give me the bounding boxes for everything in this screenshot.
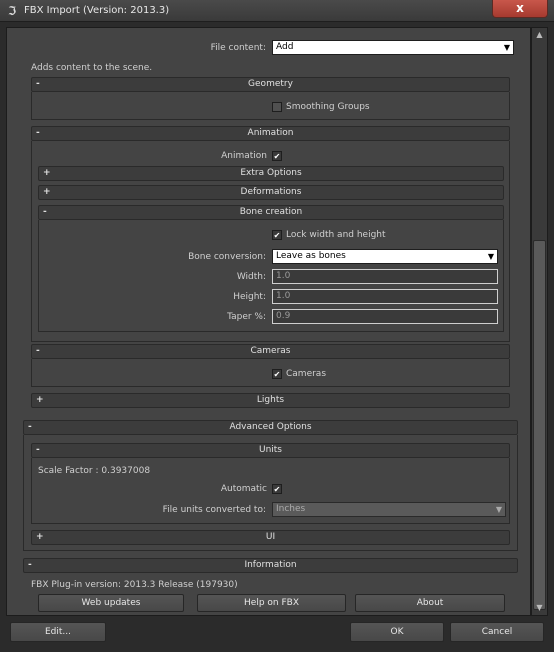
geometry-rollout-header[interactable]: - Geometry <box>31 77 510 92</box>
lock-width-height-checkbox[interactable]: ✔ <box>272 230 282 240</box>
units-header-label: Units <box>258 445 282 455</box>
taper-label: Taper %: <box>227 312 266 322</box>
automatic-checkbox[interactable]: ✔ <box>272 484 282 494</box>
geometry-rollout-body <box>31 92 510 120</box>
cameras-checkbox[interactable]: ✔ <box>272 369 282 379</box>
scroll-up-icon[interactable]: ▲ <box>532 28 547 42</box>
lights-rollout-header[interactable]: + Lights <box>31 393 510 408</box>
chevron-down-icon: ▼ <box>495 505 502 514</box>
information-rollout-header[interactable]: - Information <box>23 558 518 573</box>
file-content-dropdown[interactable]: Add ▼ <box>272 40 514 55</box>
cameras-rollout-body <box>31 359 510 387</box>
chevron-down-icon: ▼ <box>487 252 494 261</box>
ui-rollout-header[interactable]: + UI <box>31 530 510 545</box>
collapse-icon: - <box>28 422 32 432</box>
edit-button[interactable]: Edit... <box>10 622 106 642</box>
help-on-fbx-button[interactable]: Help on FBX <box>197 594 346 612</box>
ok-button[interactable]: OK <box>350 622 444 642</box>
height-label: Height: <box>233 292 266 302</box>
web-updates-button[interactable]: Web updates <box>38 594 184 612</box>
lock-width-height-label: Lock width and height <box>286 230 386 240</box>
bone-conversion-value: Leave as bones <box>276 251 346 261</box>
lights-header-label: Lights <box>256 395 285 405</box>
expand-icon: + <box>36 532 44 542</box>
plugin-version-text: FBX Plug-in version: 2013.3 Release (197… <box>31 580 238 590</box>
3ds-max-icon: ℑ <box>7 4 17 18</box>
ui-header-label: UI <box>265 532 276 542</box>
animation-header-label: Animation <box>247 128 294 138</box>
extra-options-label: Extra Options <box>240 168 302 178</box>
bone-creation-label: Bone creation <box>239 207 303 217</box>
expand-icon: + <box>43 187 51 197</box>
vertical-scrollbar[interactable]: ▲ ▼ <box>531 27 548 616</box>
width-label: Width: <box>236 272 266 282</box>
close-button[interactable]: x <box>492 0 548 18</box>
cameras-header-label: Cameras <box>250 346 291 356</box>
animation-checkbox[interactable]: ✔ <box>272 151 282 161</box>
file-content-description: Adds content to the scene. <box>31 63 153 73</box>
window-title: FBX Import (Version: 2013.3) <box>24 5 170 16</box>
width-input[interactable]: 1.0 <box>272 269 498 284</box>
bone-conversion-label: Bone conversion: <box>188 252 266 262</box>
taper-input[interactable]: 0.9 <box>272 309 498 324</box>
scrollbar-thumb[interactable] <box>533 240 546 610</box>
cancel-button[interactable]: Cancel <box>450 622 544 642</box>
scale-factor-text: Scale Factor : 0.3937008 <box>38 466 151 476</box>
file-content-label: File content: <box>210 43 266 53</box>
collapse-icon: - <box>28 560 32 570</box>
bone-creation-rollout-header[interactable]: - Bone creation <box>38 205 504 220</box>
smoothing-groups-label: Smoothing Groups <box>286 102 370 112</box>
collapse-icon: - <box>36 445 40 455</box>
deformations-rollout-header[interactable]: + Deformations <box>38 185 504 200</box>
collapse-icon: - <box>36 346 40 356</box>
cameras-rollout-header[interactable]: - Cameras <box>31 344 510 359</box>
height-input[interactable]: 1.0 <box>272 289 498 304</box>
bone-conversion-dropdown[interactable]: Leave as bones ▼ <box>272 249 498 264</box>
automatic-label: Automatic <box>220 484 267 494</box>
expand-icon: + <box>43 168 51 178</box>
deformations-label: Deformations <box>240 187 302 197</box>
advanced-options-rollout-header[interactable]: - Advanced Options <box>23 420 518 435</box>
smoothing-groups-checkbox[interactable] <box>272 102 282 112</box>
expand-icon: + <box>36 395 44 405</box>
units-rollout-header[interactable]: - Units <box>31 443 510 458</box>
about-button[interactable]: About <box>355 594 505 612</box>
scroll-down-icon[interactable]: ▼ <box>532 601 547 615</box>
file-units-converted-label: File units converted to: <box>162 505 266 515</box>
animation-rollout-header[interactable]: - Animation <box>31 126 510 141</box>
extra-options-rollout-header[interactable]: + Extra Options <box>38 166 504 181</box>
geometry-header-label: Geometry <box>248 79 293 89</box>
file-content-value: Add <box>276 42 294 52</box>
information-header-label: Information <box>244 560 297 570</box>
collapse-icon: - <box>36 79 40 89</box>
chevron-down-icon: ▼ <box>503 43 510 52</box>
file-units-value: Inches <box>276 504 306 514</box>
collapse-icon: - <box>43 207 47 217</box>
advanced-options-label: Advanced Options <box>229 422 312 432</box>
collapse-icon: - <box>36 128 40 138</box>
animation-label: Animation <box>221 151 267 161</box>
cameras-label: Cameras <box>286 369 327 379</box>
file-units-dropdown[interactable]: Inches ▼ <box>272 502 506 517</box>
